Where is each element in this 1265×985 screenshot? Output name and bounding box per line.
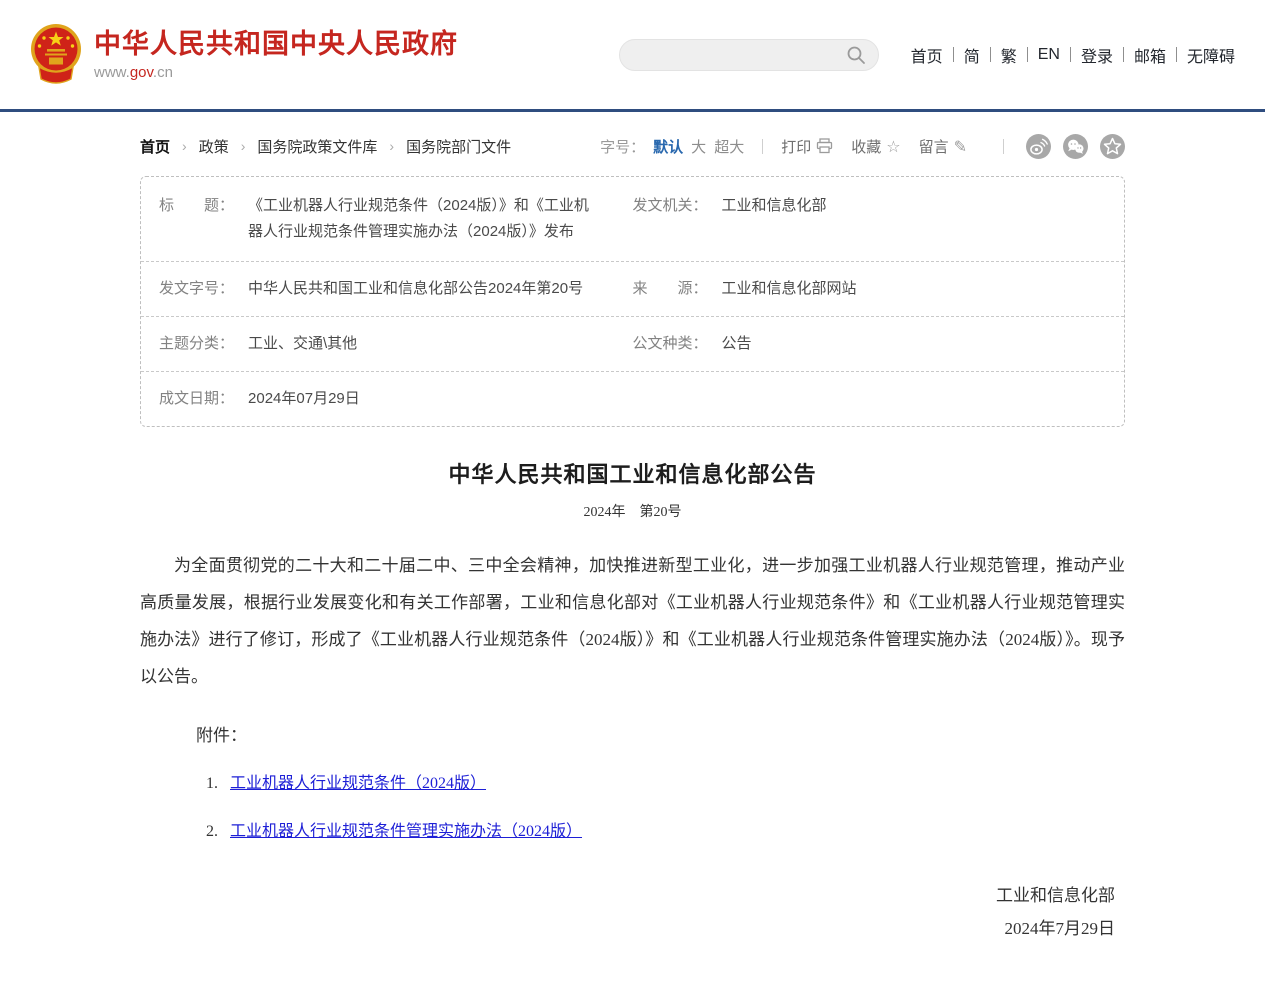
attachment-number: 1. bbox=[206, 775, 218, 792]
meta-source-label: 来 源： bbox=[633, 276, 708, 302]
meta-doc-type-label: 公文种类： bbox=[633, 331, 708, 357]
printer-icon bbox=[816, 138, 833, 154]
attachment-link-2[interactable]: 工业机器人行业规范条件管理实施办法（2024版） bbox=[230, 823, 582, 840]
article-subtitle: 2024年 第20号 bbox=[140, 501, 1125, 521]
meta-doc-number-value: 中华人民共和国工业和信息化部公告2024年第20号 bbox=[248, 276, 583, 302]
meta-issuing-org-value: 工业和信息化部 bbox=[722, 193, 827, 219]
search-button[interactable] bbox=[844, 43, 868, 67]
weibo-icon bbox=[1026, 134, 1051, 159]
star-icon: ☆ bbox=[886, 137, 900, 156]
document-meta-table: 标 题： 《工业机器人行业规范条件（2024版）》和《工业机器人行业规范条件管理… bbox=[140, 176, 1125, 427]
nav-mailbox[interactable]: 邮箱 bbox=[1124, 43, 1176, 67]
site-title: 中华人民共和国中央人民政府 bbox=[94, 28, 458, 60]
nav-accessibility[interactable]: 无障碍 bbox=[1177, 43, 1245, 67]
meta-row-category: 主题分类： 工业、交通\其他 公文种类： 公告 bbox=[141, 317, 1124, 372]
font-size-large[interactable]: 大 bbox=[691, 136, 706, 157]
nav-traditional[interactable]: 繁 bbox=[991, 43, 1027, 67]
breadcrumb-separator bbox=[182, 138, 187, 154]
meta-category-value: 工业、交通\其他 bbox=[248, 331, 357, 357]
meta-date-value: 2024年07月29日 bbox=[248, 386, 360, 412]
meta-category-label: 主题分类： bbox=[159, 331, 234, 357]
bottom-spacer bbox=[140, 945, 1125, 985]
signature-date: 2024年7月29日 bbox=[140, 912, 1115, 945]
nav-home[interactable]: 首页 bbox=[901, 43, 953, 67]
toolbar-separator bbox=[1003, 139, 1004, 154]
breadcrumb-separator bbox=[241, 138, 246, 154]
article-title: 中华人民共和国工业和信息化部公告 bbox=[140, 457, 1125, 489]
meta-row-number: 发文字号： 中华人民共和国工业和信息化部公告2024年第20号 来 源： 工业和… bbox=[141, 262, 1124, 317]
meta-doc-type-value: 公告 bbox=[722, 331, 752, 357]
article-body: 为全面贯彻党的二十大和二十届二中、三中全会精神，加快推进新型工业化，进一步加强工… bbox=[140, 547, 1125, 695]
meta-row-title: 标 题： 《工业机器人行业规范条件（2024版）》和《工业机器人行业规范条件管理… bbox=[141, 177, 1124, 262]
top-nav: 首页 简 繁 EN 登录 邮箱 无障碍 bbox=[901, 43, 1245, 67]
wechat-icon bbox=[1063, 134, 1088, 159]
comment-button[interactable]: 留言 ✎ bbox=[919, 136, 967, 157]
meta-issuing-org-label: 发文机关： bbox=[633, 193, 708, 219]
announcement-article: 中华人民共和国工业和信息化部公告 2024年 第20号 为全面贯彻党的二十大和二… bbox=[140, 457, 1125, 945]
attachment-item: 2. 工业机器人行业规范条件管理实施办法（2024版） bbox=[206, 819, 1125, 845]
font-size-xlarge[interactable]: 超大 bbox=[714, 136, 744, 157]
breadcrumb-department-documents[interactable]: 国务院部门文件 bbox=[406, 136, 511, 157]
attachment-item: 1. 工业机器人行业规范条件（2024版） bbox=[206, 771, 1125, 797]
article-paragraph: 为全面贯彻党的二十大和二十届二中、三中全会精神，加快推进新型工业化，进一步加强工… bbox=[140, 547, 1125, 695]
qzone-star-icon bbox=[1100, 134, 1125, 159]
font-size-label: 字号： bbox=[600, 136, 645, 157]
signature-org: 工业和信息化部 bbox=[140, 879, 1115, 912]
meta-row-date: 成文日期： 2024年07月29日 bbox=[141, 372, 1124, 426]
comment-label: 留言 bbox=[919, 136, 949, 157]
site-url-prefix: www. bbox=[94, 64, 130, 81]
attachment-list: 1. 工业机器人行业规范条件（2024版） 2. 工业机器人行业规范条件管理实施… bbox=[140, 771, 1125, 845]
site-logo[interactable]: 中华人民共和国中央人民政府 www.gov.cn bbox=[30, 23, 458, 87]
attachment-link-1[interactable]: 工业机器人行业规范条件（2024版） bbox=[230, 775, 486, 792]
share-qzone-button[interactable] bbox=[1100, 134, 1125, 159]
site-url: www.gov.cn bbox=[94, 64, 458, 81]
nav-english[interactable]: EN bbox=[1028, 46, 1070, 64]
pencil-icon: ✎ bbox=[954, 137, 967, 156]
share-weibo-button[interactable] bbox=[1026, 134, 1051, 159]
toolbar: 首页 政策 国务院政策文件库 国务院部门文件 字号： 默认 大 超大 打印 bbox=[140, 132, 1125, 160]
site-header: 中华人民共和国中央人民政府 www.gov.cn 首页 简 繁 EN 登录 邮箱… bbox=[0, 0, 1265, 112]
attachment-number: 2. bbox=[206, 823, 218, 840]
share-wechat-button[interactable] bbox=[1063, 134, 1088, 159]
breadcrumb-separator bbox=[389, 138, 394, 154]
favorite-label: 收藏 bbox=[851, 136, 881, 157]
print-label: 打印 bbox=[781, 136, 811, 157]
share-icons bbox=[1026, 134, 1125, 159]
font-size-default[interactable]: 默认 bbox=[653, 136, 683, 157]
toolbar-separator bbox=[762, 139, 763, 154]
breadcrumb: 首页 政策 国务院政策文件库 国务院部门文件 bbox=[140, 136, 511, 157]
breadcrumb-policy[interactable]: 政策 bbox=[199, 136, 229, 157]
nav-login[interactable]: 登录 bbox=[1071, 43, 1123, 67]
favorite-button[interactable]: 收藏 ☆ bbox=[851, 136, 900, 157]
meta-date-label: 成文日期： bbox=[159, 386, 234, 412]
site-url-suffix: .cn bbox=[153, 64, 173, 81]
meta-source-value: 工业和信息化部网站 bbox=[722, 276, 857, 302]
site-url-gov: gov bbox=[130, 64, 153, 81]
meta-title-value: 《工业机器人行业规范条件（2024版）》和《工业机器人行业规范条件管理实施办法（… bbox=[248, 193, 597, 245]
page-tools: 字号： 默认 大 超大 打印 收藏 ☆ 留言 ✎ bbox=[600, 134, 1125, 159]
signature-block: 工业和信息化部 2024年7月29日 bbox=[140, 879, 1125, 945]
meta-doc-number-label: 发文字号： bbox=[159, 276, 234, 302]
attachments-label: 附件： bbox=[196, 721, 1125, 751]
nav-simplified[interactable]: 简 bbox=[954, 43, 990, 67]
national-emblem-icon bbox=[30, 23, 82, 87]
search-icon bbox=[846, 45, 866, 65]
breadcrumb-policy-library[interactable]: 国务院政策文件库 bbox=[257, 136, 377, 157]
search-input[interactable] bbox=[636, 47, 844, 63]
breadcrumb-home[interactable]: 首页 bbox=[140, 136, 170, 157]
meta-title-label: 标 题： bbox=[159, 193, 234, 219]
print-button[interactable]: 打印 bbox=[781, 136, 833, 157]
search-box bbox=[619, 39, 879, 71]
